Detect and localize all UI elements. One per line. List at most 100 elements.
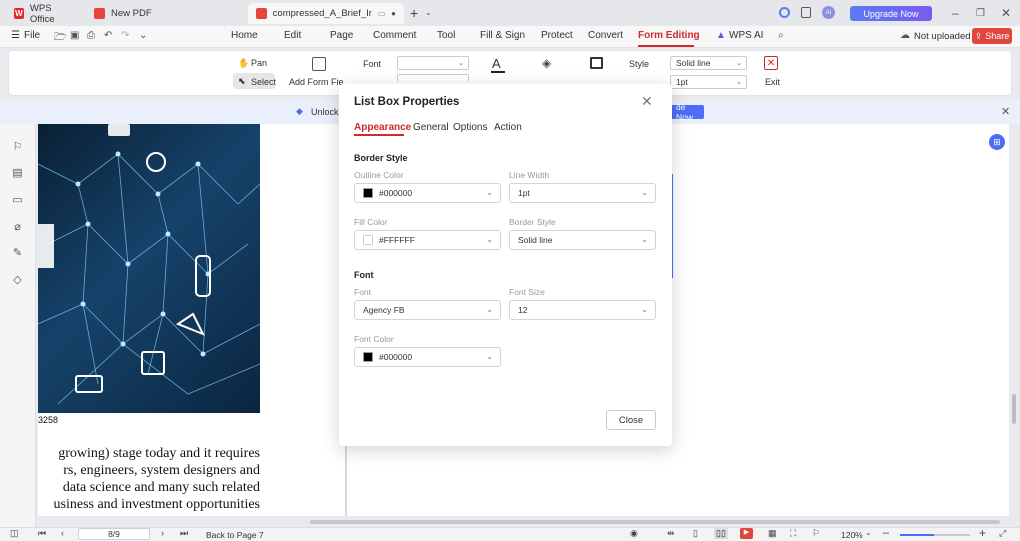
menu-comment[interactable]: Comment (373, 30, 416, 41)
new-tab-icon[interactable]: + (410, 5, 418, 21)
exit-icon[interactable]: ✕ (764, 56, 778, 70)
eye-icon[interactable]: ◉ (630, 528, 638, 539)
border-color-icon[interactable] (590, 57, 603, 69)
font-select[interactable]: ⌄ (397, 56, 469, 70)
cloud-status[interactable]: Not uploaded (914, 31, 971, 42)
single-page-icon[interactable]: ▯ (693, 528, 698, 539)
width-select[interactable]: 1pt ⌄ (670, 75, 747, 89)
text-color-bar (491, 71, 505, 73)
horizontal-scrollbar[interactable] (310, 520, 1000, 524)
tab-appearance[interactable]: Appearance (354, 122, 411, 133)
text-color-icon[interactable]: A (492, 56, 501, 71)
signature-icon[interactable]: ✎ (11, 246, 24, 259)
share-button[interactable]: ⇪ Share (972, 28, 1012, 44)
vertical-scrollbar[interactable] (1012, 394, 1016, 424)
two-page-icon[interactable]: ▯▯ (714, 528, 728, 539)
tab-wps-office[interactable]: W WPS Office (6, 3, 82, 25)
avatar[interactable]: AI (822, 6, 835, 19)
tab-new-pdf[interactable]: New PDF (86, 3, 240, 24)
menu-home[interactable]: Home (231, 30, 258, 41)
hamburger-icon[interactable]: ☰ (11, 30, 20, 41)
zoom-in-icon[interactable]: + (979, 526, 986, 540)
notify-upgrade-button[interactable]: de Now (668, 102, 704, 122)
window-icon[interactable] (801, 7, 811, 18)
line-width-label: Line Width (509, 170, 550, 180)
save-icon[interactable]: ▣ (70, 30, 79, 41)
dialog-close-icon[interactable]: ✕ (641, 93, 653, 110)
next-page-icon[interactable]: › (161, 528, 164, 538)
zoom-dropdown-icon[interactable]: ⌄ (865, 528, 872, 537)
play-icon[interactable]: ▶ (740, 528, 753, 539)
width-value: 1pt (676, 77, 688, 87)
zoom-out-icon[interactable]: – (883, 527, 889, 539)
menu-file[interactable]: File (24, 30, 40, 41)
bookmark-view-icon[interactable]: ⚐ (812, 528, 820, 539)
chevron-down-icon[interactable]: ⌄ (425, 8, 432, 17)
layers-icon[interactable]: ◇ (11, 273, 24, 286)
style-select[interactable]: Solid line ⌄ (670, 56, 747, 70)
menu-edit[interactable]: Edit (284, 30, 301, 41)
menu-wps-ai[interactable]: WPS AI (729, 30, 763, 41)
open-folder-icon[interactable]: 🗁 (54, 30, 66, 47)
add-form-field-button[interactable]: Add Form Fiel (289, 77, 343, 87)
upgrade-button[interactable]: Upgrade Now (850, 6, 932, 21)
comment-icon[interactable]: ▭ (11, 193, 24, 206)
menu-convert[interactable]: Convert (588, 30, 623, 41)
cursor-icon: ⬉ (238, 76, 246, 86)
dot-icon[interactable]: ● (391, 9, 396, 18)
ai-circle-icon[interactable] (779, 7, 790, 18)
close-window-icon[interactable]: ✕ (1001, 6, 1011, 20)
undo-icon[interactable]: ↶ (104, 30, 112, 41)
sidebar-toggle-icon[interactable]: ◫ (10, 528, 19, 539)
prev-page-icon[interactable]: ‹ (61, 528, 64, 538)
fill-color-select[interactable]: #FFFFFF ⌄ (354, 230, 501, 250)
menu-protect[interactable]: Protect (541, 30, 573, 41)
last-page-icon[interactable]: ⏭ (180, 528, 188, 539)
search-icon[interactable]: ⌕ (778, 30, 784, 41)
outline-color-select[interactable]: #000000 ⌄ (354, 183, 501, 203)
fit-width-icon[interactable]: ⇹ (667, 528, 675, 539)
exit-button[interactable]: Exit (765, 77, 780, 87)
fill-color-label: Fill Color (354, 217, 388, 227)
menu-tool[interactable]: Tool (437, 30, 455, 41)
tab-action[interactable]: Action (494, 122, 522, 133)
page-number-input[interactable]: 8/9 (78, 528, 150, 540)
border-style-select[interactable]: Solid line ⌄ (509, 230, 656, 250)
menu-fill-sign[interactable]: Fill & Sign (480, 30, 525, 41)
font-select[interactable]: Agency FB ⌄ (354, 300, 501, 320)
menu-form-editing[interactable]: Form Editing (638, 30, 700, 41)
close-button[interactable]: Close (606, 410, 656, 430)
line-width-select[interactable]: 1pt ⌄ (509, 183, 656, 203)
back-to-page-link[interactable]: Back to Page 7 (206, 530, 264, 540)
menu-page[interactable]: Page (330, 30, 353, 41)
first-page-icon[interactable]: ⏮ (38, 528, 46, 539)
left-rail (0, 124, 36, 527)
pan-button[interactable]: Pan (251, 58, 267, 68)
wps-ai-icon: ▲ (716, 30, 726, 41)
attachment-icon[interactable]: ⌀ (11, 220, 24, 233)
redo-icon[interactable]: ↷ (121, 30, 129, 41)
network-graphic (38, 124, 260, 405)
more-chevron-icon[interactable]: ⌄ (139, 30, 147, 41)
font-size-select[interactable]: 12 ⌄ (509, 300, 656, 320)
diamond-icon: ◆ (296, 106, 303, 116)
restore-icon[interactable]: ❐ (976, 8, 985, 19)
font-size-select[interactable] (397, 74, 469, 82)
grid-view-icon[interactable]: ▦ (768, 528, 777, 539)
zoom-level[interactable]: 120% (841, 530, 863, 540)
fullscreen-icon[interactable]: ⤢ (999, 528, 1006, 539)
assistant-icon[interactable]: ⊞ (989, 134, 1005, 150)
print-icon[interactable]: ⎙ (87, 30, 95, 41)
pdf-icon (94, 8, 105, 19)
fill-bucket-icon[interactable]: ◈ (542, 56, 551, 70)
tab-document[interactable]: compressed_A_Brief_Introduc ▭ ● (248, 3, 404, 24)
tab-options[interactable]: Options (453, 122, 487, 133)
font-color-select[interactable]: #000000 ⌄ (354, 347, 501, 367)
minimize-icon[interactable]: – (952, 6, 959, 20)
thumbnail-icon[interactable]: ▤ (11, 166, 24, 179)
bookmark-icon[interactable]: ⚐ (11, 140, 24, 153)
crop-icon[interactable]: ⛶ (790, 528, 796, 539)
tab-general[interactable]: General (413, 122, 449, 133)
border-style-heading: Border Style (354, 153, 408, 163)
close-notify-icon[interactable]: ✕ (1001, 105, 1010, 118)
